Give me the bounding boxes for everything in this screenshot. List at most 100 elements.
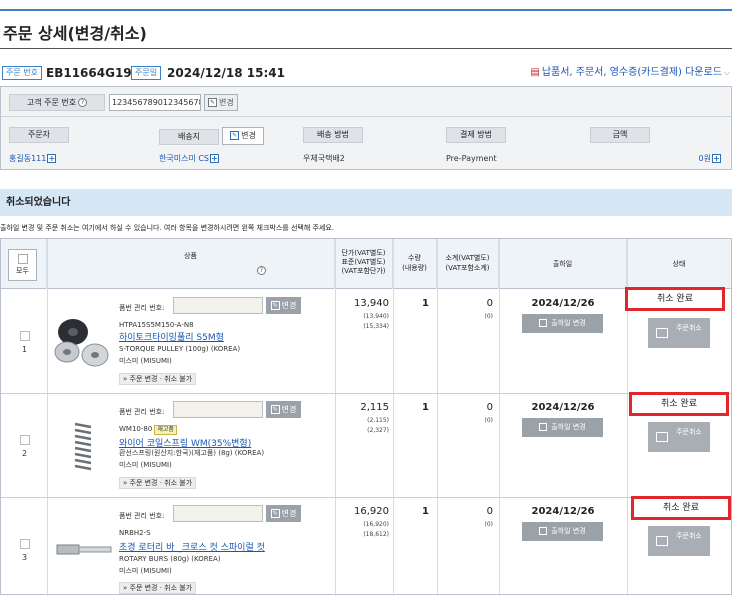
product-image-rotary-bur: [56, 544, 112, 555]
table-row: 2 품번 관리 번호: ✎ 변경 WM10-80 재고품 와이어 코일스프링 WM(…: [1, 392, 731, 498]
stock-badge: 재고품: [154, 425, 177, 435]
order-date: 2024/12/18 15:41: [167, 66, 285, 80]
part-mgmt-edit-button[interactable]: ✎ 변경: [266, 297, 301, 314]
ship-date: 2024/12/26: [531, 402, 595, 413]
order-summary-line: 주문 번호 EB11664G19 주문일 2024/12/18 15:41 ▤ 납…: [0, 64, 732, 84]
col-select-all: 모두: [1, 239, 47, 289]
part-mgmt-edit-button[interactable]: ✎ 변경: [266, 401, 301, 418]
row-checkbox[interactable]: [20, 331, 30, 341]
row-number: 1: [22, 345, 28, 354]
status-badge: 취소 완료: [631, 496, 731, 520]
ship-date: 2024/12/26: [531, 298, 595, 309]
help-icon[interactable]: ?: [257, 266, 266, 275]
payment-method-label: 결제 방법: [446, 127, 506, 143]
product-spec: S-TORQUE PULLEY (100g) (KOREA): [119, 345, 241, 353]
chevron-down-icon: ⌵: [723, 68, 730, 77]
product-name-link[interactable]: 초경 로터리 바 _크로스 컷 스파이럴 컷: [119, 540, 265, 553]
product-code: HTPA15S5M150-A-N8: [119, 321, 194, 329]
table-row: 3 품번 관리 번호: ✎ 변경 NRBH2-S 초경 로터리 바 _크로스 컷 …: [1, 496, 731, 595]
no-change-notice: » 주문 변경 · 취소 불가: [119, 373, 197, 385]
expand-plus-icon[interactable]: +: [210, 154, 220, 163]
unit-price: 2,115 (2,115) (2,327): [360, 402, 389, 434]
row-number: 3: [22, 553, 28, 562]
edit-icon: ✎: [270, 509, 280, 518]
calendar-icon: [539, 319, 548, 327]
part-mgmt-input[interactable]: [173, 505, 263, 522]
download-documents-link[interactable]: ▤ 납품서, 주문서, 영수증(카드결제) 다운로드 ⌵: [530, 66, 730, 80]
product-name-link[interactable]: 하이토크타이밍풀리 S5M형: [119, 330, 224, 343]
row-number: 2: [22, 449, 28, 458]
download-label: 납품서, 주문서, 영수증(카드결제) 다운로드: [541, 67, 722, 78]
edit-icon: ✎: [230, 131, 240, 140]
quantity: 1: [422, 298, 429, 309]
ship-date: 2024/12/26: [531, 506, 595, 517]
product-image-pulley: [54, 319, 109, 367]
ship-to-change-button[interactable]: ✎ 변경: [222, 127, 264, 145]
select-all-checkbox[interactable]: 모두: [8, 249, 37, 281]
title-divider: [0, 48, 732, 49]
quantity: 1: [422, 402, 429, 413]
customer-order-no-edit-button[interactable]: ✎ 변경: [204, 94, 238, 111]
expand-plus-icon[interactable]: +: [47, 154, 57, 163]
part-mgmt-label: 품번 관리 번호:: [119, 408, 165, 416]
subtotal: 0 (0): [484, 506, 494, 528]
order-cancel-button[interactable]: 주문취소: [648, 318, 710, 348]
amount-value: 0원 +: [698, 154, 721, 163]
col-ship-date: 출하일: [499, 239, 627, 289]
subtotal: 0 (0): [484, 298, 494, 320]
ship-date-change-button[interactable]: 출하일 변경: [522, 314, 603, 333]
table-header: 모두 상품 ? 단가(VAT별도) 표준(VAT별도) (VAT포함단가) 수량…: [1, 239, 731, 289]
amount-label: 금액: [590, 127, 650, 143]
col-unit-price: 단가(VAT별도) 표준(VAT별도) (VAT포함단가): [335, 239, 393, 289]
quantity: 1: [422, 506, 429, 517]
order-items-table: 모두 상품 ? 단가(VAT별도) 표준(VAT별도) (VAT포함단가) 수량…: [0, 238, 732, 596]
top-accent-line: [0, 9, 732, 11]
ship-date-change-button[interactable]: 출하일 변경: [522, 418, 603, 437]
part-mgmt-input[interactable]: [173, 401, 263, 418]
status-badge: 취소 완료: [625, 287, 725, 311]
edit-icon: ✎: [208, 98, 217, 107]
delivery-method-label: 배송 방법: [303, 127, 363, 143]
row-checkbox[interactable]: [20, 539, 30, 549]
part-mgmt-input[interactable]: [173, 297, 263, 314]
customer-order-no-input[interactable]: 1234567890123456789: [109, 94, 201, 111]
cancel-order-icon: [656, 432, 668, 442]
row-checkbox[interactable]: [20, 435, 30, 445]
order-cancel-button[interactable]: 주문취소: [648, 526, 710, 556]
order-number: EB11664G19: [46, 66, 132, 80]
ship-to-label: 배송지: [159, 129, 219, 145]
table-row: 1 품번 관리 번호: ✎ 변경 HTPA15S5M150-A-N8 하이토크타이…: [1, 287, 731, 394]
unit-price: 13,940 (13,940) (15,334): [354, 298, 389, 330]
orderer-label: 주문자: [9, 127, 69, 143]
no-change-notice: » 주문 변경 · 취소 불가: [119, 477, 197, 489]
orderer-value: 홍길동111 +: [9, 154, 57, 163]
part-mgmt-edit-button[interactable]: ✎ 변경: [266, 505, 301, 522]
expand-plus-icon[interactable]: +: [712, 154, 721, 163]
unit-price: 16,920 (16,920) (18,612): [354, 506, 389, 538]
product-maker: 미스미 (MISUMI): [119, 461, 172, 469]
cancel-order-icon: [656, 536, 668, 546]
order-info-panel: 고객 주문 번호? 1234567890123456789 ✎ 변경 주문자 배송…: [0, 86, 732, 170]
calendar-icon: [539, 423, 548, 431]
checkbox[interactable]: [17, 254, 28, 264]
order-cancel-button[interactable]: 주문취소: [648, 422, 710, 452]
customer-order-no-row: 고객 주문 번호? 1234567890123456789 ✎ 변경: [1, 87, 731, 117]
col-product: 상품 ?: [47, 239, 335, 289]
ship-to-value: 한국미스미 CS +: [159, 154, 220, 163]
order-date-tag: 주문일: [131, 66, 162, 80]
ship-date-change-button[interactable]: 출하일 변경: [522, 522, 603, 541]
product-spec: 환선스프링(원산지:한국)(재고품) (8g) (KOREA): [119, 449, 265, 457]
payment-method-value: Pre-Payment: [446, 154, 497, 163]
pdf-icon: ▤: [530, 67, 540, 78]
help-icon[interactable]: ?: [78, 98, 88, 107]
cancelled-banner: 취소되었습니다: [0, 189, 732, 216]
part-mgmt-label: 품번 관리 번호:: [119, 304, 165, 312]
edit-icon: ✎: [270, 405, 280, 414]
col-status: 상태: [672, 260, 686, 268]
customer-order-no-label: 고객 주문 번호?: [9, 94, 105, 111]
edit-icon: ✎: [270, 301, 280, 310]
no-change-notice: » 주문 변경 · 취소 불가: [119, 582, 197, 594]
product-code: WM10-80 재고품: [119, 425, 177, 435]
page-title: 주문 상세(변경/취소): [3, 24, 147, 43]
status-badge: 취소 완료: [629, 392, 729, 416]
